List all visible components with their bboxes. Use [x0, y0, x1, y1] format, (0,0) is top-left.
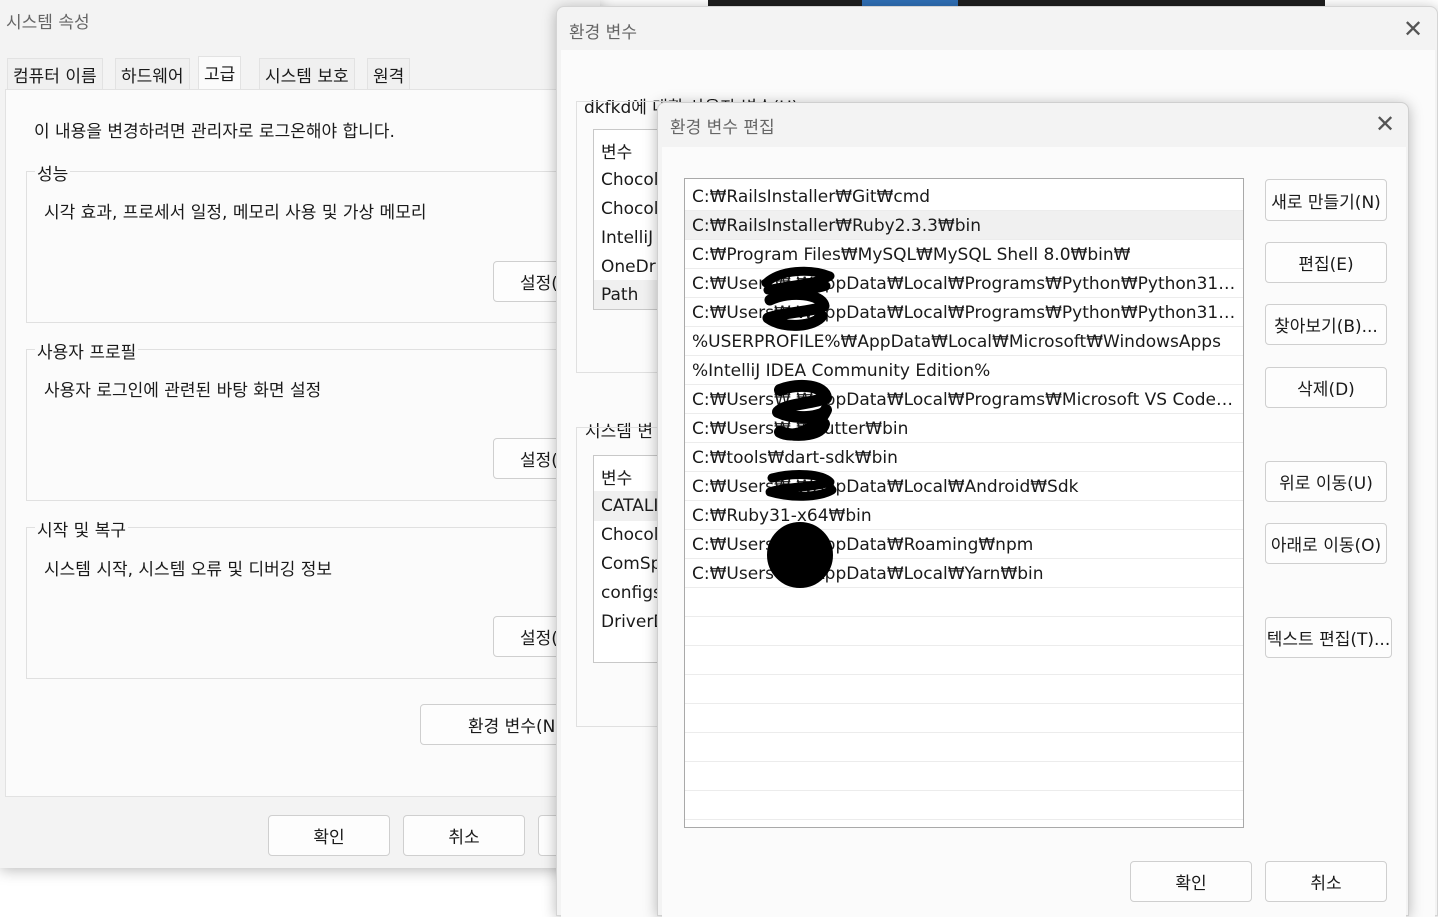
edit-entry-button[interactable]: 편집(E) [1265, 242, 1387, 283]
user-variable-path-label: Path [601, 285, 639, 305]
path-entry-row[interactable]: C:₩Users₩ ₩AppData₩Roaming₩npm [685, 530, 1243, 559]
performance-legend: 성능 [35, 160, 71, 185]
tab-remote[interactable]: 원격 [367, 58, 411, 90]
edit-environment-variable-dialog: 환경 변수 편집 ✕ C:₩RailsInstaller₩Git₩cmd C:₩R… [657, 102, 1409, 917]
path-entry-row[interactable]: C:₩Users₩ ₩AppData₩Local₩Android₩Sdk [685, 472, 1243, 501]
path-entry-row-selected[interactable]: C:₩RailsInstaller₩Ruby2.3.3₩bin [685, 211, 1243, 240]
system-variable-row[interactable]: CATALI [601, 496, 658, 516]
edit-dialog-cancel-button[interactable]: 취소 [1265, 861, 1387, 902]
user-profile-description: 사용자 로그인에 관련된 바탕 화면 설정 [44, 381, 322, 401]
empty-list-row[interactable] [685, 675, 1243, 704]
tab-system-protection[interactable]: 시스템 보호 [259, 58, 355, 90]
path-entry-row[interactable]: C:₩RailsInstaller₩Git₩cmd [685, 182, 1243, 211]
performance-description: 시각 효과, 프로세서 일정, 메모리 사용 및 가상 메모리 [44, 203, 427, 223]
empty-list-row[interactable] [685, 588, 1243, 617]
user-variable-row[interactable]: Chocol [601, 170, 659, 190]
startup-recovery-description: 시스템 시작, 시스템 오류 및 디버깅 정보 [44, 560, 333, 580]
path-entry-row[interactable]: C:₩Program Files₩MySQL₩MySQL Shell 8.0₩b… [685, 240, 1243, 269]
delete-entry-button[interactable]: 삭제(D) [1265, 367, 1387, 408]
path-entry-row[interactable]: C:₩tools₩dart-sdk₩bin [685, 443, 1243, 472]
tab-hardware[interactable]: 하드웨어 [115, 58, 190, 90]
edit-dialog-title: 환경 변수 편집 [670, 118, 775, 138]
user-variable-row[interactable]: Chocol [601, 199, 659, 219]
path-entry-row[interactable]: C:₩Users₩ ₩AppData₩Local₩Programs₩Micros… [685, 385, 1243, 414]
system-variable-row[interactable]: ComSp [601, 554, 661, 574]
system-variables-header[interactable]: 변수 [601, 464, 632, 489]
path-entries-list[interactable]: C:₩RailsInstaller₩Git₩cmd C:₩RailsInstall… [684, 178, 1244, 828]
system-properties-ok-button[interactable]: 확인 [268, 815, 390, 856]
browse-button[interactable]: 찾아보기(B)... [1265, 304, 1387, 345]
path-entries-rows: C:₩RailsInstaller₩Git₩cmd C:₩RailsInstall… [685, 179, 1243, 827]
empty-list-row[interactable] [685, 617, 1243, 646]
system-properties-title: 시스템 속성 [6, 13, 90, 33]
path-entry-row[interactable]: C:₩Ruby31-x64₩bin [685, 501, 1243, 530]
path-entry-row[interactable]: C:₩Users₩ ₩AppData₩Local₩Programs₩Python… [685, 269, 1243, 298]
user-variable-row[interactable]: IntelliJ I [601, 228, 664, 248]
system-variable-row[interactable]: Chocol [601, 525, 659, 545]
advanced-tab-panel: 이 내용을 변경하려면 관리자로 로그온해야 합니다. 성능 시각 효과, 프로… [5, 89, 613, 797]
environment-variables-title: 환경 변수 [569, 23, 637, 43]
empty-list-row[interactable] [685, 704, 1243, 733]
user-profile-legend: 사용자 프로필 [35, 338, 139, 363]
system-properties-window: 시스템 속성 컴퓨터 이름 하드웨어 고급 시스템 보호 원격 이 내용을 변경… [0, 0, 613, 868]
move-down-button[interactable]: 아래로 이동(O) [1265, 523, 1387, 564]
move-up-button[interactable]: 위로 이동(U) [1265, 461, 1387, 502]
path-entry-row[interactable]: C:₩Users₩ ₩AppData₩Local₩Programs₩Python… [685, 298, 1243, 327]
path-entry-row[interactable]: C:₩Users₩ ₩AppData₩Local₩Yarn₩bin [685, 559, 1243, 588]
close-icon[interactable]: ✕ [1372, 111, 1398, 137]
empty-list-row[interactable] [685, 733, 1243, 762]
startup-recovery-legend: 시작 및 복구 [35, 516, 129, 541]
performance-group: 성능 시각 효과, 프로세서 일정, 메모리 사용 및 가상 메모리 설정( [26, 160, 613, 323]
user-variables-header[interactable]: 변수 [601, 138, 632, 163]
tab-computer-name[interactable]: 컴퓨터 이름 [7, 58, 103, 90]
startup-recovery-group: 시작 및 복구 시스템 시작, 시스템 오류 및 디버깅 정보 설정( [26, 516, 613, 679]
system-properties-cancel-button[interactable]: 취소 [403, 815, 525, 856]
new-entry-button[interactable]: 새로 만들기(N) [1265, 179, 1387, 221]
user-profile-group: 사용자 프로필 사용자 로그인에 관련된 바탕 화면 설정 설정( [26, 338, 613, 501]
edit-dialog-ok-button[interactable]: 확인 [1130, 861, 1252, 902]
tab-advanced[interactable]: 고급 [198, 56, 242, 90]
empty-list-row[interactable] [685, 762, 1243, 791]
path-entry-row[interactable]: C:₩Users₩ ₩flutter₩bin [685, 414, 1243, 443]
empty-list-row[interactable] [685, 646, 1243, 675]
path-entry-row[interactable]: %IntelliJ IDEA Community Edition% [685, 356, 1243, 385]
admin-notice: 이 내용을 변경하려면 관리자로 로그온해야 합니다. [34, 122, 395, 142]
user-variable-row[interactable]: OneDri [601, 257, 660, 277]
close-icon[interactable]: ✕ [1400, 16, 1426, 42]
path-entry-row[interactable]: %USERPROFILE%₩AppData₩Local₩Microsoft₩Wi… [685, 327, 1243, 356]
empty-list-row[interactable] [685, 791, 1243, 820]
system-variable-row[interactable]: configs [601, 583, 662, 603]
edit-text-button[interactable]: 텍스트 편집(T)... [1265, 617, 1392, 658]
